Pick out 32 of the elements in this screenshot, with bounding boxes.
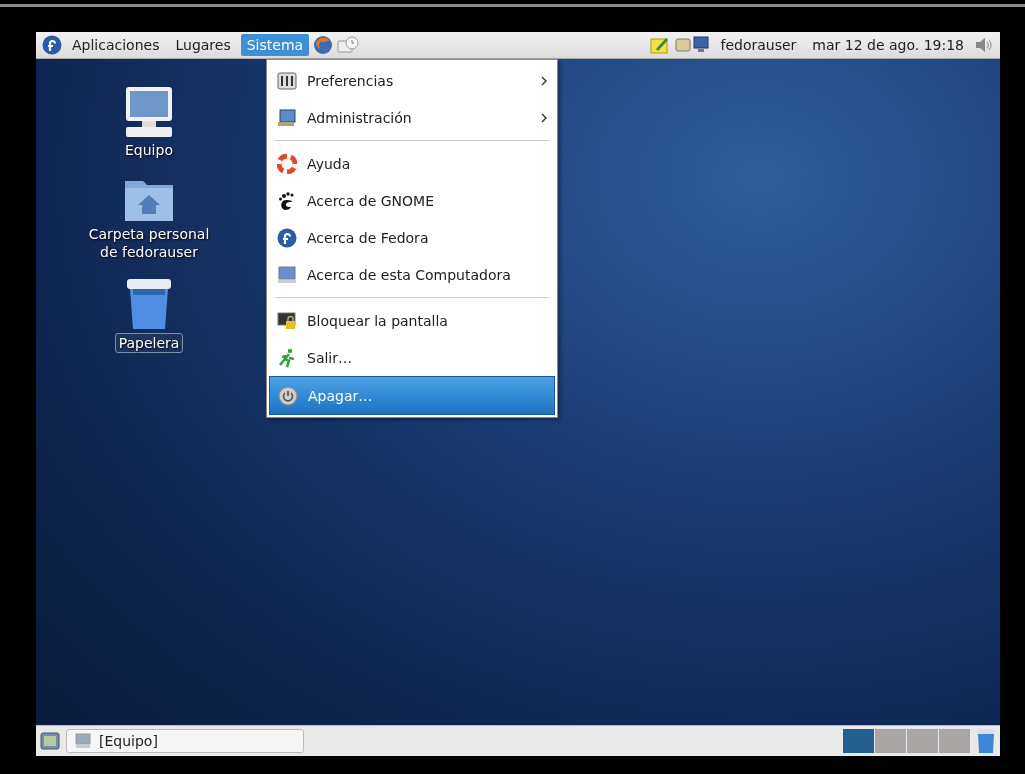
speaker-icon[interactable] [974,36,994,54]
user-name[interactable]: fedorauser [714,37,803,53]
computer-icon [277,264,297,285]
fedora-logo-icon[interactable] [42,35,62,55]
menu-item[interactable]: Acerca de esta Computadora [269,256,555,293]
desktop-icon-label[interactable]: Papelera [114,333,184,353]
power-icon [278,385,298,406]
menu-item[interactable]: Salir… [269,339,555,376]
menu-item[interactable]: Administración [269,99,555,136]
lifebuoy-icon [277,153,297,174]
preferences-panel-icon [277,70,297,91]
desktop-icon-label[interactable]: Carpeta personal de fedorauser [81,225,217,261]
clock[interactable]: mar 12 de ago. 19:18 [806,37,970,53]
running-man-icon [277,347,297,368]
panel-menu[interactable]: Aplicaciones [66,34,166,56]
menu-item[interactable]: Acerca de GNOME [269,182,555,219]
notepad-icon[interactable] [650,36,671,54]
menu-item[interactable]: Acerca de Fedora [269,219,555,256]
trash-icon[interactable] [125,277,173,331]
network-computers-icon[interactable] [674,35,711,55]
window-button[interactable]: [Equipo] [66,729,304,753]
screen-padlock-icon [277,310,297,331]
menu-item[interactable]: Preferencias [269,62,555,99]
desktop-icon-label[interactable]: Equipo [122,141,176,159]
fedora-logo-icon [277,227,297,248]
menu-item[interactable]: Apagar… [269,376,555,415]
panel-menu[interactable]: Lugares [169,34,237,56]
menu-item[interactable]: Bloquear la pantalla [269,302,555,339]
computer-icon [75,733,91,749]
show-desktop-icon[interactable] [40,731,60,751]
browser-globe-icon[interactable] [313,35,334,55]
menu-item[interactable]: Ayuda [269,145,555,182]
